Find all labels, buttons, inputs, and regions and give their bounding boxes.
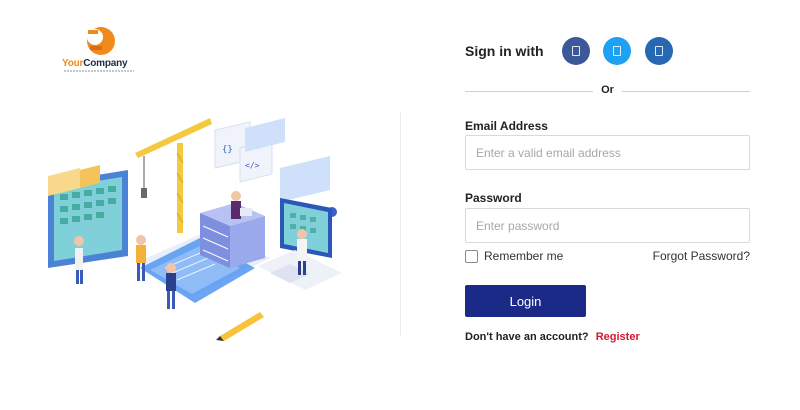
linkedin-icon <box>654 46 663 56</box>
construction-illustration: {} </> <box>48 118 342 341</box>
or-text: Or <box>601 84 614 96</box>
remember-me-row: Remember me <box>465 249 563 263</box>
register-link[interactable]: Register <box>596 331 640 343</box>
password-label: Password <box>465 191 522 205</box>
social-signin-row: Sign in with <box>465 36 687 66</box>
company-logo: YourCompany <box>62 24 138 74</box>
twitter-icon <box>612 46 621 56</box>
remember-me-checkbox[interactable] <box>465 249 478 263</box>
linkedin-signin-button[interactable] <box>644 37 673 65</box>
logo-mark-icon <box>87 27 115 55</box>
facebook-icon <box>571 46 580 56</box>
email-label: Email Address <box>465 119 548 133</box>
logo-brand-part1: Your <box>62 58 84 69</box>
no-account-text: Don't have an account? <box>465 331 589 343</box>
facebook-signin-button[interactable] <box>561 37 590 65</box>
or-divider-line-left <box>465 91 593 92</box>
logo-brand-text: YourCompany <box>62 58 128 69</box>
twitter-signin-button[interactable] <box>602 37 631 65</box>
remember-me-label[interactable]: Remember me <box>484 249 563 263</box>
email-input[interactable] <box>465 135 750 170</box>
login-button[interactable]: Login <box>465 285 586 317</box>
signin-with-label: Sign in with <box>465 43 544 59</box>
forgot-password-link[interactable]: Forgot Password? <box>653 249 750 263</box>
register-row: Don't have an account? Register <box>465 331 640 343</box>
or-divider: Or <box>465 83 750 99</box>
logo-tagline <box>64 70 134 72</box>
or-divider-line-right <box>622 91 750 92</box>
svg-text:{}: {} <box>222 145 233 155</box>
password-input[interactable] <box>465 208 750 243</box>
logo-brand-part2: Company <box>83 58 128 69</box>
svg-text:</>: </> <box>245 161 260 170</box>
vertical-divider <box>400 112 401 336</box>
